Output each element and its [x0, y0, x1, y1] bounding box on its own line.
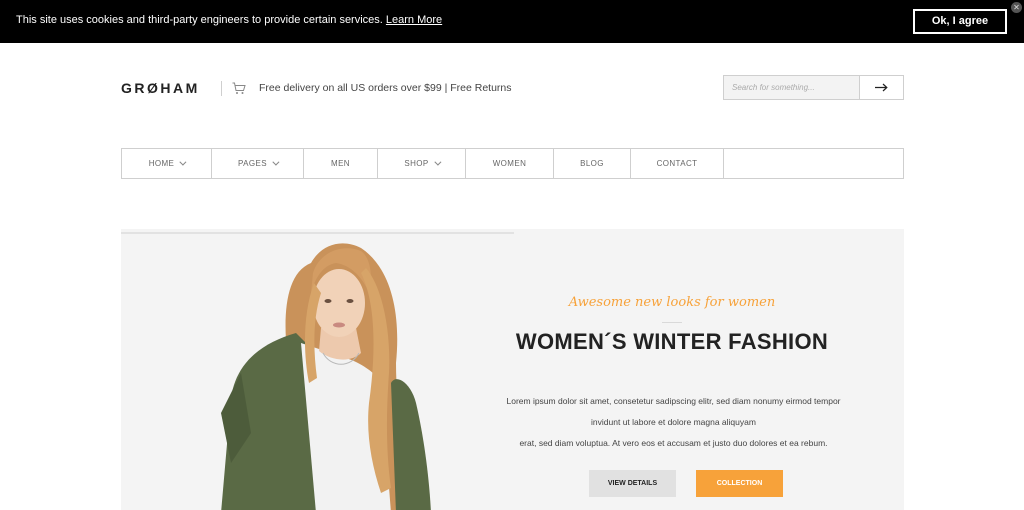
nav-item-men[interactable]: MEN [304, 149, 378, 178]
collection-button[interactable]: COLLECTION [696, 470, 783, 497]
main-nav: HOME PAGES MEN SHOP WOMEN BLOG CONTACT [121, 148, 904, 179]
search-input[interactable] [724, 76, 860, 99]
chevron-down-icon [272, 158, 280, 166]
nav-item-label: PAGES [238, 159, 267, 168]
site-logo[interactable]: GRØHAM [121, 80, 200, 96]
nav-item-women[interactable]: WOMEN [466, 149, 554, 178]
learn-more-link[interactable]: Learn More [386, 14, 442, 26]
delivery-notice: Free delivery on all US orders over $99 … [259, 82, 512, 94]
cookie-message: This site uses cookies and third-party e… [16, 14, 442, 26]
nav-item-pages[interactable]: PAGES [212, 149, 304, 178]
search-button[interactable] [860, 76, 903, 99]
header-divider [221, 81, 222, 96]
nav-item-shop[interactable]: SHOP [378, 149, 466, 178]
nav-item-label: CONTACT [656, 159, 698, 168]
nav-item-label: HOME [148, 159, 175, 168]
hero-text-line: invidunt ut labore et dolore magna aliqu… [591, 417, 756, 427]
chevron-down-icon [434, 158, 442, 166]
nav-empty-cell [724, 149, 903, 178]
hero-title: WOMEN´S WINTER FASHION [515, 329, 829, 354]
agree-button[interactable]: Ok, I agree [913, 9, 1007, 34]
hero-banner: Awesome new looks for women WOMEN´S WINT… [121, 229, 904, 510]
nav-item-label: SHOP [404, 159, 429, 168]
view-details-button[interactable]: VIEW DETAILS [589, 470, 676, 497]
cart-icon [232, 82, 246, 94]
tagline-divider [662, 322, 682, 323]
hero-text-line: Lorem ipsum dolor sit amet, consetetur s… [506, 396, 841, 406]
cookie-message-text: This site uses cookies and third-party e… [16, 14, 383, 26]
nav-item-home[interactable]: HOME [122, 149, 212, 178]
nav-item-label: BLOG [580, 159, 604, 168]
nav-item-label: WOMEN [492, 159, 527, 168]
model-photo [221, 243, 431, 510]
arrow-right-icon [875, 83, 888, 92]
nav-item-blog[interactable]: BLOG [554, 149, 631, 178]
cookie-banner: This site uses cookies and third-party e… [0, 0, 1024, 43]
search-form [723, 75, 904, 100]
nav-item-label: MEN [331, 159, 350, 168]
nav-item-contact[interactable]: CONTACT [631, 149, 724, 178]
close-icon[interactable]: ✕ [1011, 2, 1022, 13]
chevron-down-icon [179, 158, 187, 166]
hero-tagline: Awesome new looks for women [568, 295, 776, 310]
hero-text-line: erat, sed diam voluptua. At vero eos et … [519, 438, 828, 448]
